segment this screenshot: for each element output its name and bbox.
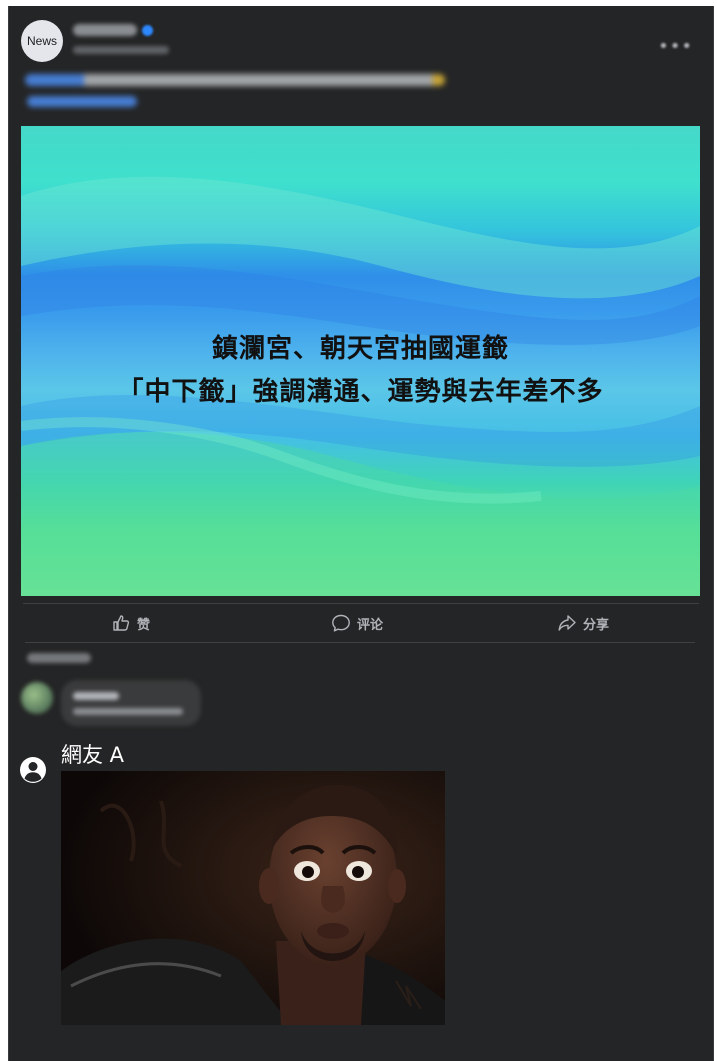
surprised-man-illustration xyxy=(61,771,445,1025)
share-label: 分享 xyxy=(583,617,610,633)
like-button[interactable]: 赞 xyxy=(111,612,150,634)
page-avatar[interactable]: News xyxy=(21,20,63,62)
headline-line-1: 鎮瀾宮、朝天宮抽國運籤 xyxy=(211,334,509,364)
news-image[interactable]: 鎮瀾宮、朝天宮抽國運籤 「中下籤」強調溝通、運勢與去年差不多 xyxy=(21,126,700,596)
avatar-text: News xyxy=(26,34,57,48)
reaction-image[interactable] xyxy=(61,771,445,1025)
post-link-blurred[interactable] xyxy=(27,96,137,107)
comment-bubble-blurred xyxy=(61,680,201,726)
like-label: 赞 xyxy=(137,617,151,633)
user-circle-icon xyxy=(20,757,46,783)
commenter-avatar-blurred[interactable] xyxy=(21,682,53,714)
comment-sort-dropdown-blurred[interactable] xyxy=(27,653,91,663)
post-timestamp-blurred[interactable] xyxy=(73,46,169,54)
comment-button[interactable]: 评论 xyxy=(331,612,383,634)
comment-label: 评论 xyxy=(357,617,384,633)
facebook-post-card: News ••• 鎮瀾宮、朝天宮抽國運籤 「中下籤」強調溝通、運勢與去年差不多 … xyxy=(8,6,714,1061)
speech-bubble-icon xyxy=(332,614,350,632)
divider-top xyxy=(23,603,699,604)
page-name-blurred[interactable] xyxy=(73,24,137,36)
share-button[interactable]: 分享 xyxy=(557,612,609,634)
verified-badge-icon xyxy=(142,25,153,36)
thumbs-up-icon xyxy=(113,615,130,631)
divider-bottom xyxy=(25,642,695,643)
more-options-icon[interactable]: ••• xyxy=(658,36,693,57)
reply-user-name: 網友 A xyxy=(61,743,125,767)
headline-line-2: 「中下籤」強調溝通、運勢與去年差不多 xyxy=(117,377,604,407)
share-arrow-icon xyxy=(558,615,576,631)
post-caption-blurred xyxy=(25,74,445,86)
